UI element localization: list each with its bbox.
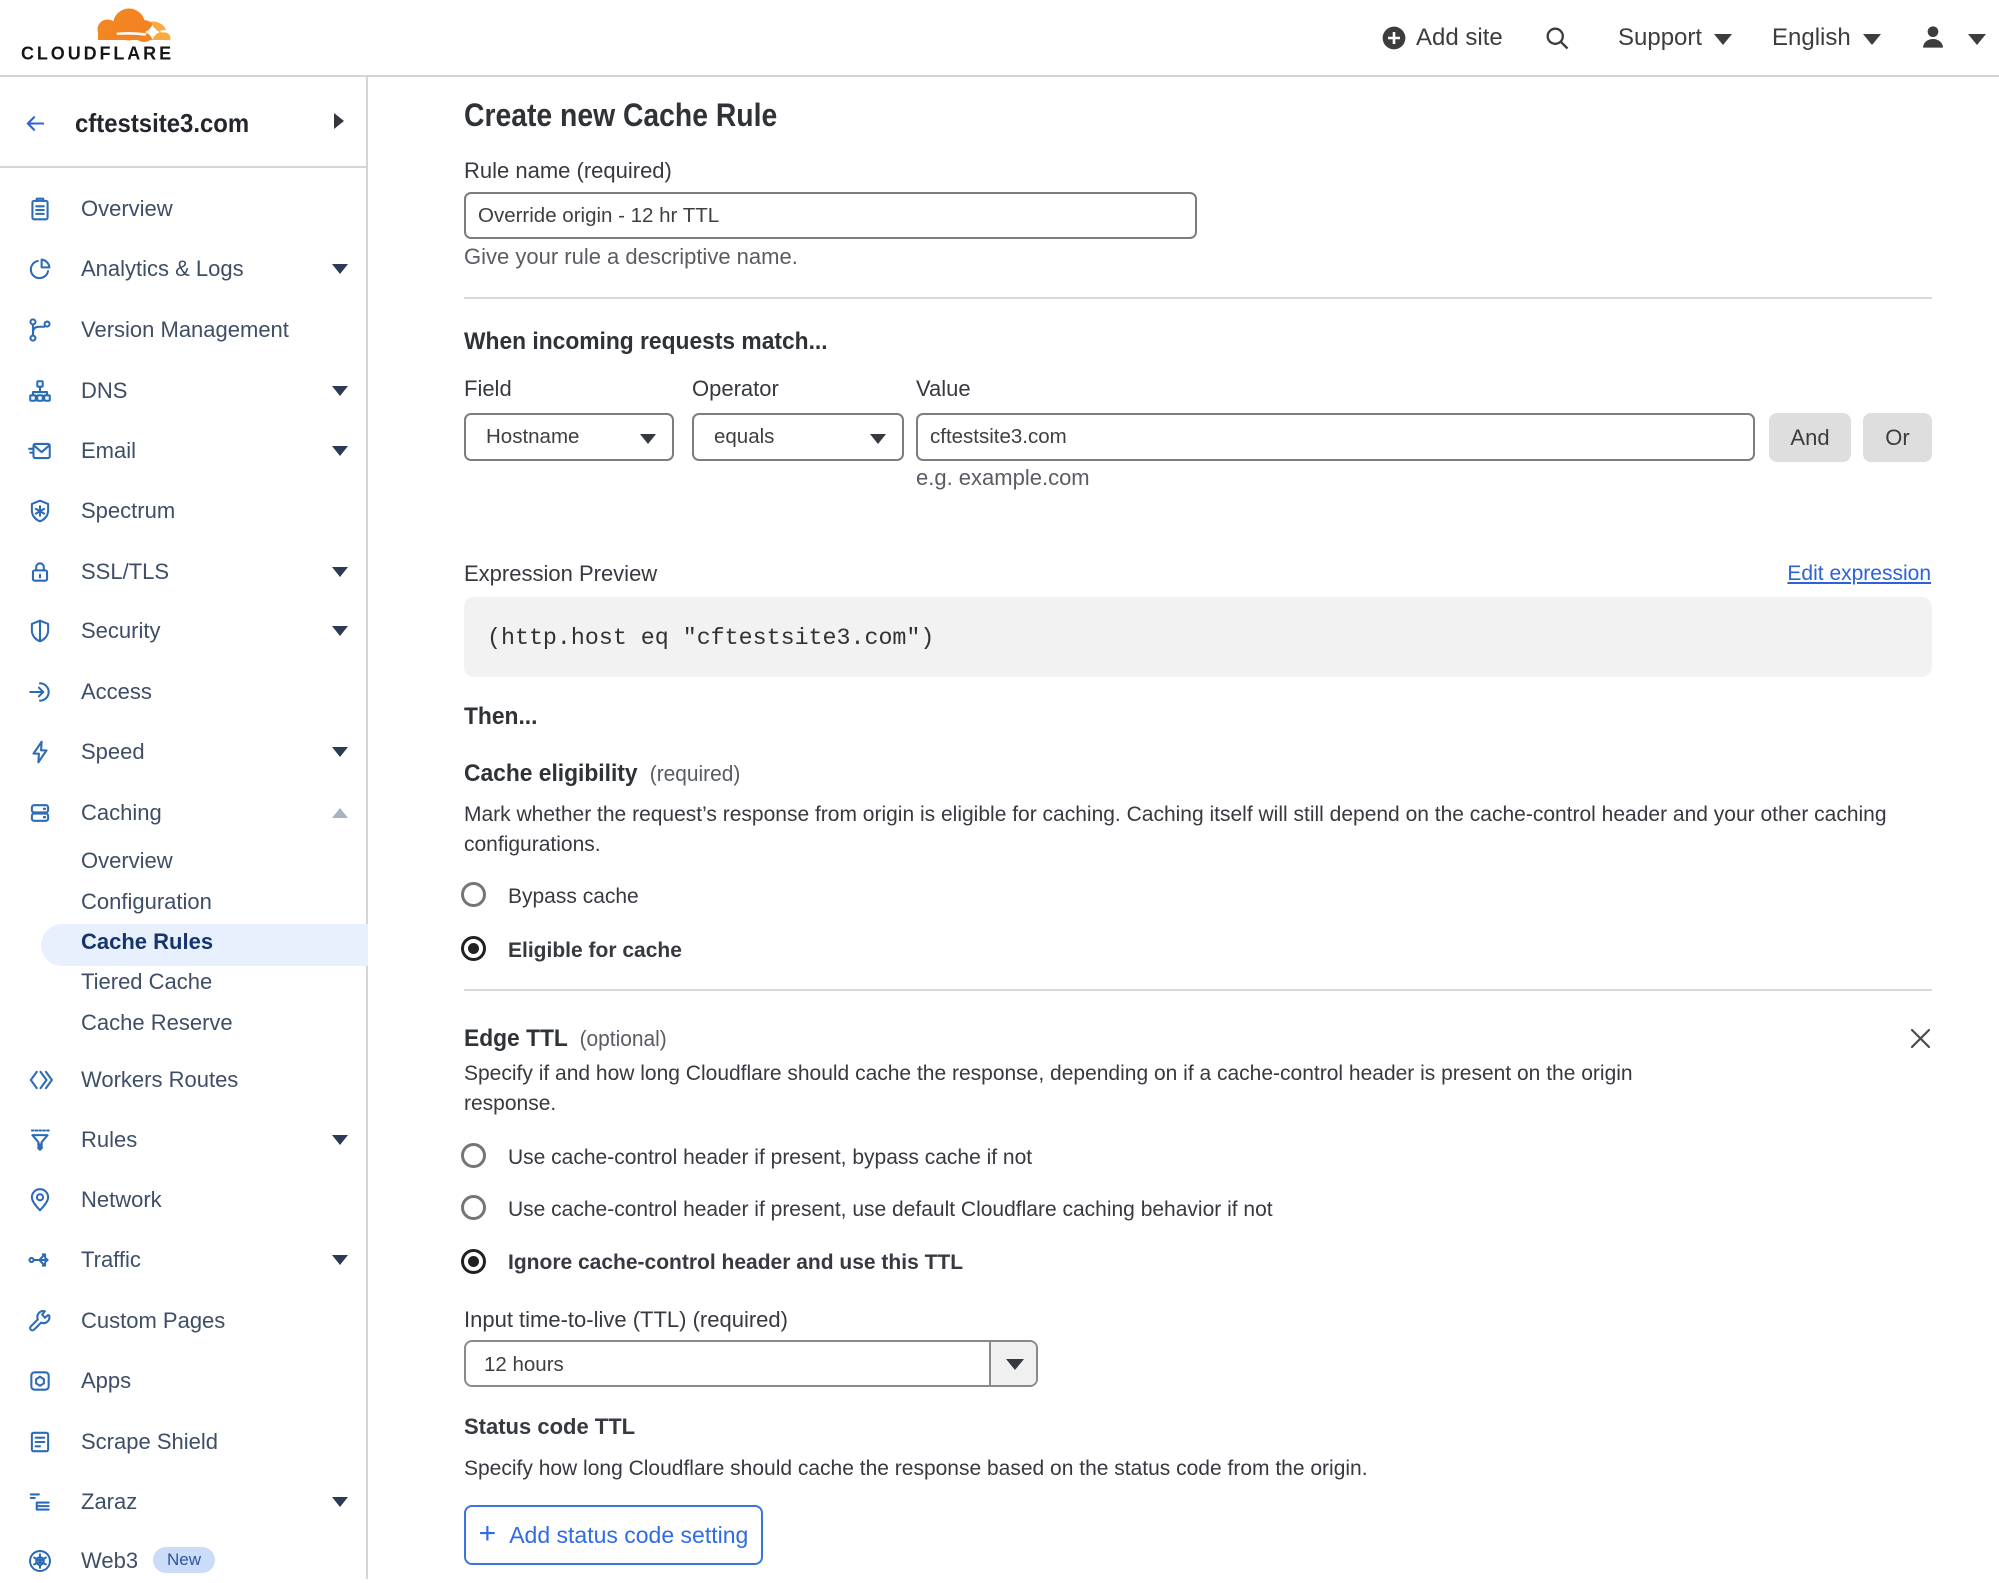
svg-text:CLOUDFLARE: CLOUDFLARE — [21, 44, 173, 64]
